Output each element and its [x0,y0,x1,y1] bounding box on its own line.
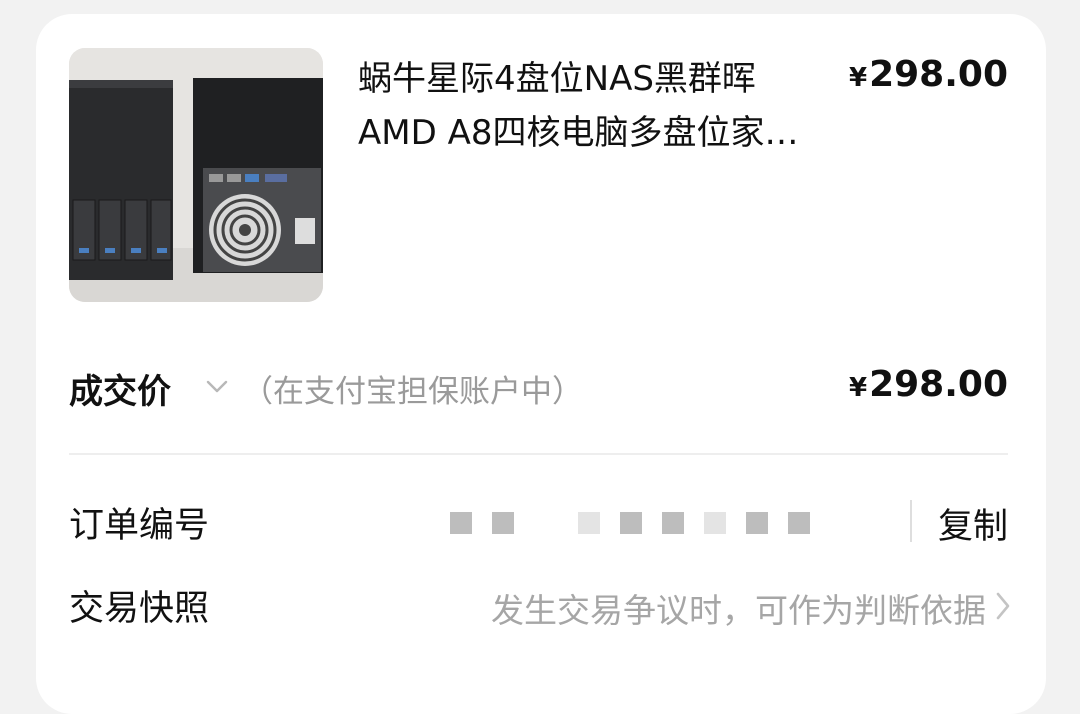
order-number-masked [450,511,830,535]
trade-snapshot-label[interactable]: 交易快照 [69,580,209,631]
currency-symbol: ¥ [848,63,868,93]
product-price: ¥298.00 [849,54,1008,95]
masked-char [578,512,600,534]
copy-order-number-button[interactable]: 复制 [938,498,1008,549]
deal-price-label: 成交价 [69,372,171,412]
product-price-value: 298.00 [869,54,1008,95]
chevron-right-icon[interactable] [992,588,1014,624]
deal-price-note: （在支付宝担保账户中） [242,374,583,410]
masked-char [450,512,472,534]
order-detail-card: 蜗牛星际4盘位NAS黑群晖AMD A8四核电脑多盘位家用服务器 ¥298.00 … [36,14,1046,714]
trade-snapshot-note[interactable]: 发生交易争议时，可作为判断依据 [491,584,986,632]
nas-photo-illustration [69,48,323,302]
product-image[interactable] [69,48,323,302]
deal-price-value: 298.00 [869,364,1008,405]
currency-symbol: ¥ [848,373,868,403]
masked-char [492,512,514,534]
divider [69,453,1008,455]
masked-char [662,512,684,534]
vertical-separator [910,500,912,542]
masked-char [620,512,642,534]
chevron-down-icon[interactable] [204,374,230,400]
product-title[interactable]: 蜗牛星际4盘位NAS黑群晖AMD A8四核电脑多盘位家用服务器 [358,52,828,160]
masked-char [788,512,810,534]
order-number-label: 订单编号 [69,506,210,546]
masked-char [704,512,726,534]
deal-price: ¥298.00 [849,364,1008,405]
masked-char [746,512,768,534]
